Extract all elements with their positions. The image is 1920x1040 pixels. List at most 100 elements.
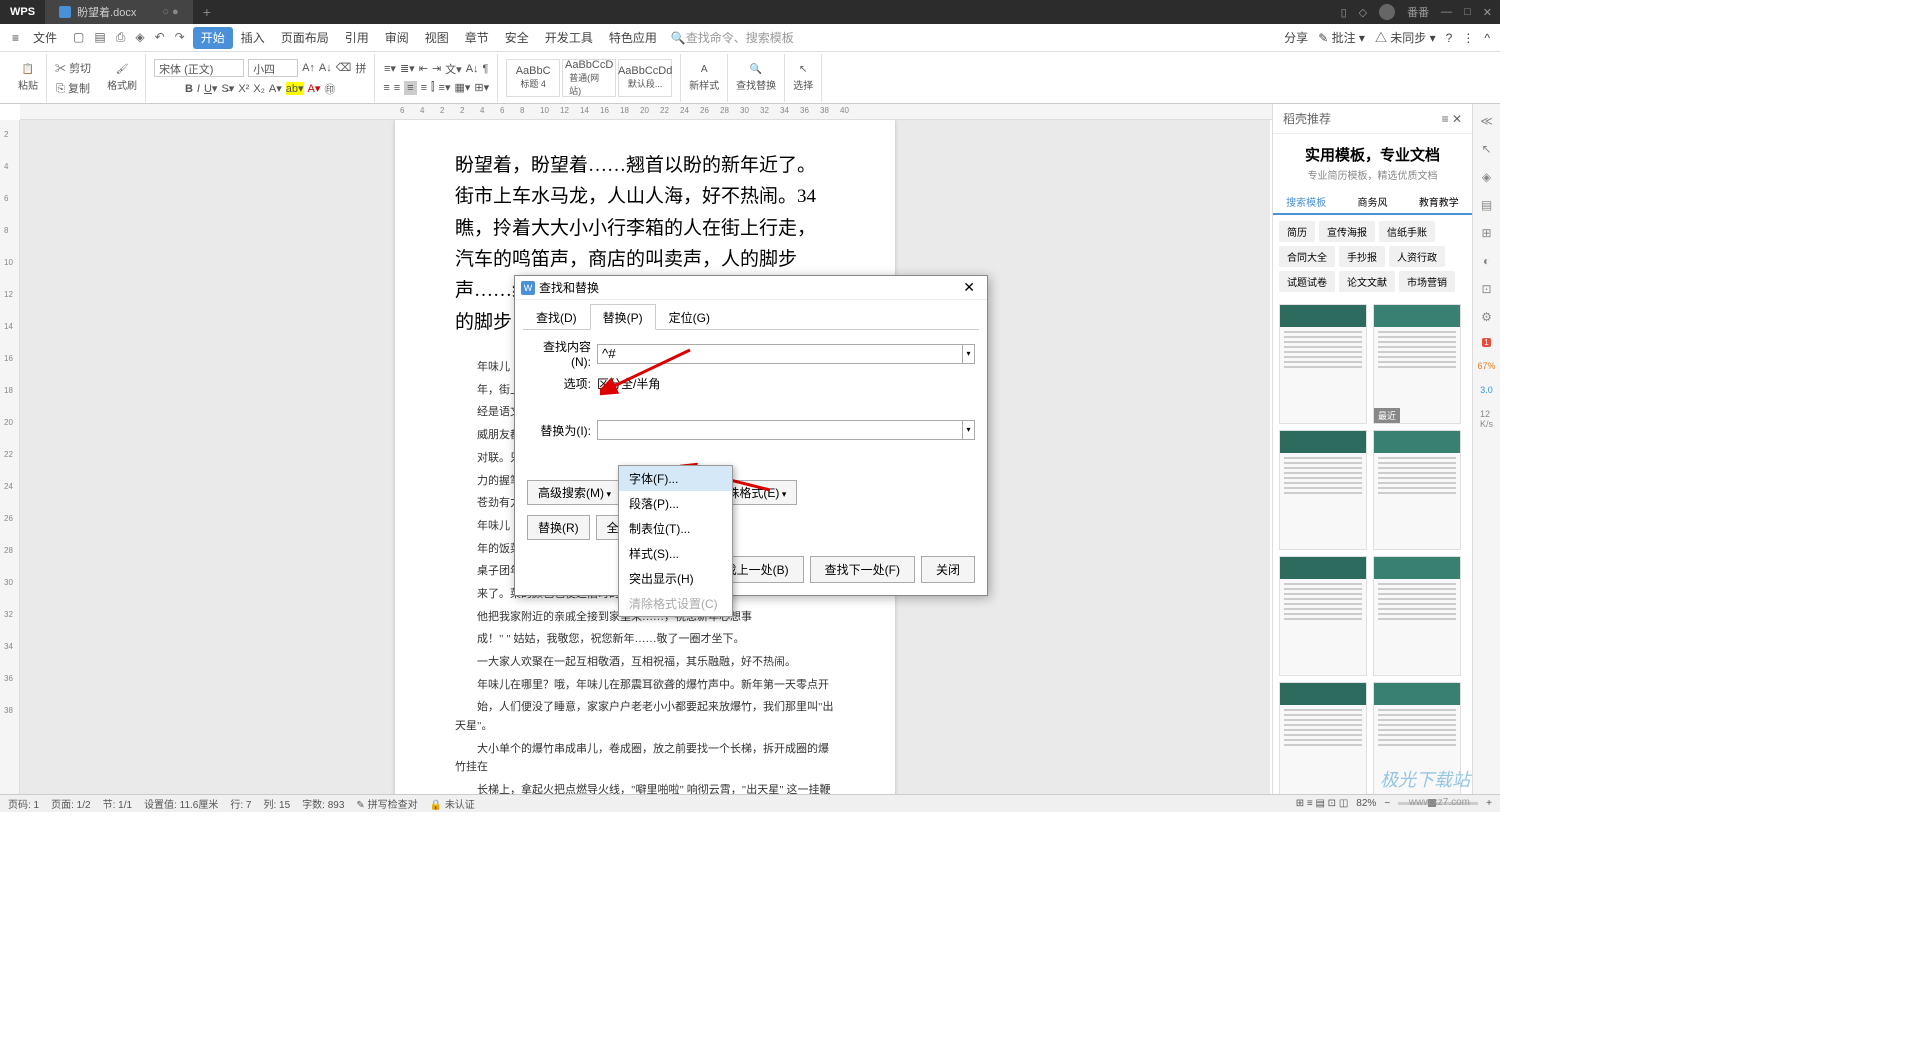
sync-button[interactable]: △ 未同步 ▾ [1375,29,1436,46]
replace-input[interactable] [597,420,963,440]
show-marks-button[interactable]: ¶ [483,63,489,75]
phonetic-icon[interactable]: 拼 [355,60,366,76]
status-line[interactable]: 行: 7 [230,796,251,811]
view-mode-icons[interactable]: ⊞ ≡ ▤ ⊡ ◫ [1296,798,1349,809]
hamburger-icon[interactable]: ≡ [6,31,25,45]
avatar[interactable] [1379,4,1395,20]
new-tab-button[interactable]: + [193,4,221,20]
minimize-icon[interactable]: — [1441,6,1452,18]
format-menu-item-3[interactable]: 样式(S)... [619,541,732,566]
maximize-icon[interactable]: □ [1464,6,1471,18]
sidebar-stat-67[interactable]: 67% [1477,361,1495,371]
underline-button[interactable]: U▾ [204,82,217,95]
text-color-button[interactable]: A▾ [308,82,321,95]
decrease-font-icon[interactable]: A↓ [319,62,332,74]
template-thumb[interactable] [1279,304,1367,424]
menu-0[interactable]: 开始 [193,27,233,49]
window-count-icon[interactable]: ▯ [1341,6,1347,19]
format-menu-item-1[interactable]: 段落(P)... [619,491,732,516]
align-left-button[interactable]: ≡ [383,82,389,94]
template-thumb[interactable] [1279,430,1367,550]
status-page[interactable]: 页码: 1 [8,796,39,811]
doc-para[interactable]: 成！" " 姑姑，我敬您，祝您新年……敬了一圈才坐下。 [455,630,835,649]
doc-line[interactable]: 盼望着，盼望着……翘首以盼的新年近了。 [455,150,835,181]
status-section[interactable]: 节: 1/1 [103,796,132,811]
dialog-tab-2[interactable]: 定位(G) [656,304,723,329]
status-col[interactable]: 列: 15 [263,796,290,811]
menu-4[interactable]: 审阅 [377,27,417,49]
sidebar-stat-kb[interactable]: 12K/s [1480,409,1493,429]
menu-1[interactable]: 插入 [233,27,273,49]
menu-8[interactable]: 开发工具 [537,27,601,49]
line-spacing-button[interactable]: ≡▾ [439,81,451,94]
sidebar-badge[interactable]: 1 [1482,338,1490,347]
replace-button[interactable]: 替换(R) [527,515,590,540]
bullets-button[interactable]: ≡▾ [384,62,396,75]
sidebar-limit-icon[interactable]: ⊞ [1481,226,1491,240]
menu-9[interactable]: 特色应用 [601,27,665,49]
paste-button[interactable]: 📋 粘贴 [18,64,38,92]
document-tab[interactable]: 盼望着.docx ○ ● [45,0,193,24]
indent-dec-button[interactable]: ⇤ [419,62,428,75]
cat-tab-0[interactable]: 搜索模板 [1273,190,1339,213]
increase-font-icon[interactable]: A↑ [302,62,315,74]
align-center-button[interactable]: ≡ [394,82,400,94]
zoom-out[interactable]: − [1384,798,1390,809]
highlight-button[interactable]: ab▾ [286,82,304,95]
indent-inc-button[interactable]: ⇥ [432,62,441,75]
dialog-tab-0[interactable]: 查找(D) [523,304,590,329]
menu-3[interactable]: 引用 [337,27,377,49]
menu-6[interactable]: 章节 [457,27,497,49]
align-justify-button[interactable]: ≡ [421,82,427,94]
template-thumb[interactable] [1373,682,1461,802]
zoom-value[interactable]: 82% [1356,798,1376,809]
dialog-tab-1[interactable]: 替换(P) [590,304,656,330]
command-search[interactable]: 🔍 查找命令、搜索模板 [671,29,794,46]
vertical-ruler[interactable]: 2468101214161820222426283032343638 [0,120,20,794]
status-chars[interactable]: 字数: 893 [302,796,344,811]
template-tag[interactable]: 宣传海报 [1319,221,1375,242]
doc-para[interactable]: 始，人们便没了睡意，家家户户老老小小都要起来放爆竹，我们那里叫"出天星"。 [455,698,835,735]
sidebar-stat-30[interactable]: 3.0 [1480,385,1493,395]
print-icon[interactable]: ⎙ [116,30,126,45]
annotate-button[interactable]: ✎ 批注 ▾ [1318,29,1365,46]
sidebar-prop-icon[interactable]: ⊡ [1481,282,1491,296]
menu-5[interactable]: 视图 [417,27,457,49]
dialog-close-icon[interactable]: ✕ [957,279,981,296]
collapse-icon[interactable]: ^ [1484,31,1490,45]
template-thumb[interactable] [1373,556,1461,676]
share-button[interactable]: 分享 [1284,29,1308,46]
template-thumb[interactable]: 最近 [1373,304,1461,424]
file-menu[interactable]: 文件 [25,26,65,49]
doc-line[interactable]: 瞧，拎着大大小小行李箱的人在街上行走， [455,213,835,244]
advanced-search-button[interactable]: 高级搜索(M) [527,480,622,505]
template-tag[interactable]: 试题试卷 [1279,271,1335,292]
help-icon[interactable]: ? [1446,31,1453,45]
panel-settings-icon[interactable]: ≡ ✕ [1442,112,1462,126]
cut-button[interactable]: ✂ 剪切 [55,60,91,76]
template-tag[interactable]: 合同大全 [1279,246,1335,267]
sidebar-nav-icon[interactable]: ▤ [1481,198,1492,212]
close-icon[interactable]: ✕ [1483,6,1492,19]
skin-icon[interactable]: ◇ [1359,6,1367,19]
sort-button[interactable]: A↓ [466,63,479,75]
status-spell[interactable]: ✎ 拼写检查对 [356,796,417,811]
sidebar-style-icon[interactable]: ◈ [1482,170,1491,184]
find-input[interactable] [597,344,963,364]
font-name-combo[interactable]: 宋体 (正文) [154,59,244,77]
doc-para[interactable]: 大小单个的爆竹串成串儿，卷成圈，放之前要找一个长梯，拆开成圈的爆竹挂在 [455,740,835,777]
font-color-button[interactable]: A▾ [269,82,282,95]
redo-icon[interactable]: ↷ [175,30,185,45]
status-auth[interactable]: 🔒 未认证 [430,796,475,811]
cat-tab-2[interactable]: 教育教学 [1406,190,1472,213]
find-replace-button[interactable]: 🔍 查找替换 [736,64,776,92]
sidebar-tool-icon[interactable]: ⚙ [1481,310,1492,324]
sidebar-expand-icon[interactable]: ≪ [1480,114,1493,128]
dialog-titlebar[interactable]: W 查找和替换 ✕ [515,276,987,300]
italic-button[interactable]: I [197,83,200,95]
status-pages[interactable]: 页面: 1/2 [51,796,90,811]
doc-para[interactable]: 年味儿在哪里？哦，年味儿在那震耳欲聋的爆竹声中。新年第一天零点开 [455,676,835,695]
format-menu-item-0[interactable]: 字体(F)... [619,466,732,491]
distribute-button[interactable]: ⫿ [431,81,435,94]
format-menu-item-4[interactable]: 突出显示(H) [619,566,732,591]
